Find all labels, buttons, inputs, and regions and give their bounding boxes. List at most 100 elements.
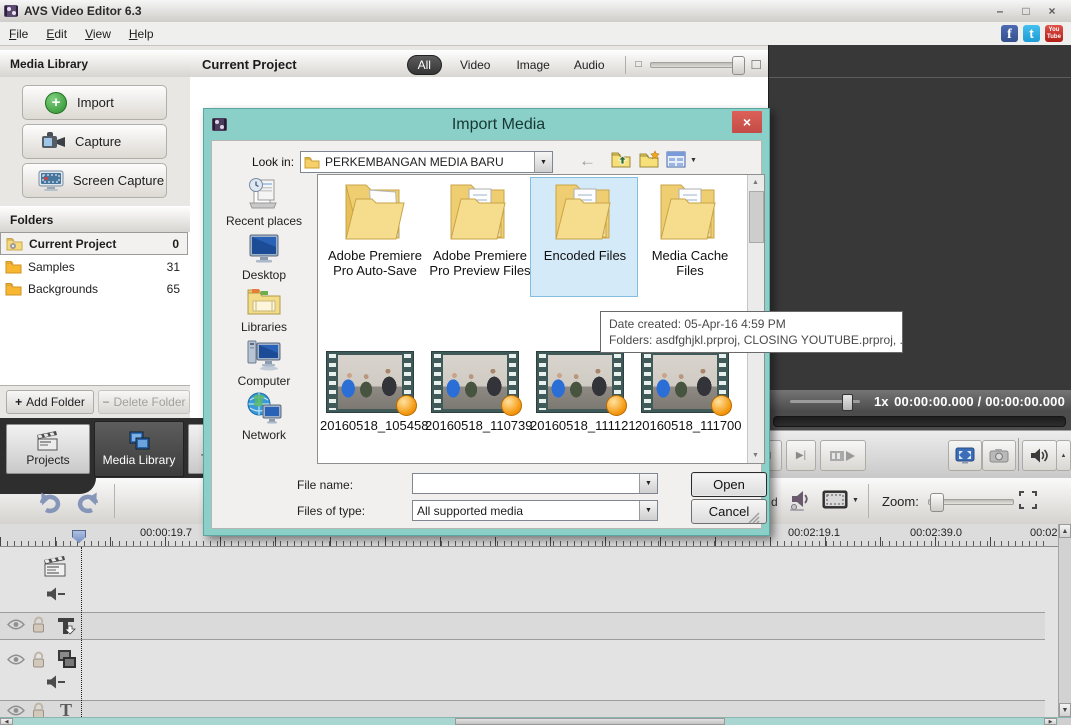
files-of-type-value: All supported media (417, 503, 524, 518)
dialog-close-button[interactable]: × (732, 111, 762, 133)
folder-icon (5, 260, 22, 274)
video-track-mute-icon[interactable] (46, 587, 66, 604)
menu-help[interactable]: Help (120, 24, 163, 44)
list-scroll-thumb[interactable] (749, 191, 764, 243)
close-button[interactable]: × (1039, 4, 1065, 18)
folder-tile-media-cache[interactable]: Media Cache Files (639, 179, 741, 278)
video-thumbnail[interactable] (431, 351, 522, 416)
file-name-combobox[interactable]: ▼ (412, 473, 658, 494)
files-of-type-dropdown-arrow[interactable]: ▼ (639, 501, 657, 520)
capture-button[interactable]: Capture (22, 124, 167, 159)
look-in-dropdown-arrow[interactable]: ▼ (534, 152, 552, 172)
filter-video[interactable]: Video (450, 56, 500, 74)
narration-speaker-icon[interactable] (788, 488, 812, 515)
zoom-slider[interactable] (928, 493, 1014, 512)
list-scroll-up[interactable]: ▲ (748, 175, 763, 190)
thumbnail-size-slider-thumb[interactable] (731, 55, 745, 75)
vscroll-up-button[interactable]: ▲ (1059, 524, 1071, 538)
menu-view[interactable]: View (76, 24, 120, 44)
playback-controls-bar: ◀ ▶| ▲ (752, 430, 1071, 480)
hscroll-left-button[interactable]: ◀ (0, 718, 13, 725)
filter-audio[interactable]: Audio (564, 56, 615, 74)
new-folder-icon[interactable] (638, 150, 660, 172)
look-in-combobox[interactable]: PERKEMBANGAN MEDIA BARU ▼ (300, 151, 553, 173)
media-type-badge (501, 395, 522, 416)
speed-slider[interactable] (790, 393, 860, 411)
folder-small-icon (304, 156, 320, 169)
redo-button[interactable] (74, 490, 102, 517)
view-menu-icon[interactable] (666, 151, 686, 171)
view-menu-dropdown[interactable]: ▼ (690, 157, 697, 164)
folder-tile-preview-files[interactable]: Adobe Premiere Pro Preview Files (429, 179, 531, 278)
next-frame-button[interactable]: ▶| (786, 440, 816, 471)
sidebar-item-recent-places[interactable]: Recent places (220, 177, 308, 228)
folders-list: Current Project 0 Samples 31 Backgrounds… (0, 232, 191, 386)
playhead-line[interactable] (81, 547, 83, 717)
timeline-hscrollbar[interactable]: ◀ ▶ (0, 717, 1071, 725)
file-name-dropdown-arrow[interactable]: ▼ (639, 474, 657, 493)
facebook-icon[interactable]: f (1001, 25, 1018, 42)
back-icon[interactable]: ← (579, 151, 596, 171)
track3-visibility-icon[interactable] (7, 654, 25, 668)
undo-button[interactable] (36, 490, 64, 517)
sidebar-item-network[interactable]: Network (220, 391, 308, 442)
video-thumbnail[interactable] (641, 351, 732, 416)
track3-mute-icon[interactable] (46, 675, 66, 692)
sidebar-item-desktop[interactable]: Desktop (220, 233, 308, 282)
fullscreen-button[interactable] (948, 440, 982, 471)
video-thumbnail[interactable] (536, 351, 627, 416)
up-folder-icon[interactable] (610, 150, 632, 172)
zoom-slider-thumb[interactable] (930, 493, 944, 512)
filter-all[interactable]: All (406, 54, 442, 75)
dialog-title-bar[interactable]: Import Media × (204, 109, 769, 140)
folder-row-samples[interactable]: Samples 31 (0, 256, 188, 278)
minimize-button[interactable]: – (987, 4, 1013, 18)
dialog-resize-grip[interactable] (748, 512, 760, 527)
maximize-button[interactable]: □ (1013, 4, 1039, 18)
menu-bar: File Edit View Help f t You Tube (0, 22, 1071, 46)
speed-slider-thumb[interactable] (842, 393, 853, 411)
snapshot-button[interactable] (982, 440, 1016, 471)
twitter-icon[interactable]: t (1023, 25, 1040, 42)
delete-folder-button[interactable]: − Delete Folder (98, 390, 190, 414)
volume-button[interactable] (1022, 440, 1057, 471)
add-folder-button[interactable]: + Add Folder (6, 390, 94, 414)
sidebar-item-libraries[interactable]: Libraries (220, 285, 308, 334)
scene-monitor-icon[interactable] (822, 489, 848, 514)
fit-timeline-icon[interactable] (1018, 490, 1038, 513)
folder-tile-auto-save[interactable]: Adobe Premiere Pro Auto-Save (324, 179, 426, 278)
timeline-vscrollbar[interactable]: ▲ ▼ (1058, 524, 1071, 717)
folder-row-current-project[interactable]: Current Project 0 (0, 232, 188, 255)
track2-visibility-icon[interactable] (7, 619, 25, 633)
track2-lock-icon[interactable] (31, 616, 46, 636)
list-scroll-down[interactable]: ▼ (748, 448, 763, 463)
hscroll-right-button[interactable]: ▶ (1044, 718, 1057, 725)
tab-projects[interactable]: Projects (6, 424, 90, 474)
open-button[interactable]: Open (691, 472, 767, 497)
thumbnail-size-large-icon: □ (751, 56, 761, 73)
hscroll-thumb[interactable] (455, 718, 725, 725)
tab-media-library[interactable]: Media Library (94, 421, 184, 477)
volume-popup-button[interactable]: ▲ (1056, 440, 1071, 471)
menu-edit[interactable]: Edit (37, 24, 76, 44)
folder-row-backgrounds[interactable]: Backgrounds 65 (0, 278, 188, 300)
sidebar-item-computer[interactable]: Computer (220, 337, 308, 388)
preview-speed-bar: 1x 00:00:00.000 / 00:00:00.000 (768, 390, 1071, 412)
scene-monitor-dropdown[interactable]: ▼ (852, 497, 859, 504)
youtube-icon[interactable]: You Tube (1045, 25, 1063, 42)
video-thumbnail[interactable] (326, 351, 417, 416)
menu-file[interactable]: File (0, 24, 37, 44)
track3-lock-icon[interactable] (31, 651, 46, 671)
thumbnail-size-slider[interactable] (649, 55, 745, 75)
files-of-type-combobox[interactable]: All supported media ▼ (412, 500, 658, 521)
folder-tile-encoded-files[interactable]: Encoded Files (534, 179, 636, 263)
vscroll-down-button[interactable]: ▼ (1059, 703, 1071, 717)
files-of-type-label: Files of type: (297, 504, 366, 518)
folder-count: 65 (166, 282, 180, 296)
preview-progress-bar[interactable] (768, 412, 1071, 430)
play-through-button[interactable] (820, 440, 866, 471)
toolbar-text-fragment: d (771, 495, 778, 509)
import-button[interactable]: + Import (22, 85, 167, 120)
filter-image[interactable]: Image (506, 56, 559, 74)
screen-capture-button[interactable]: Screen Capture (22, 163, 167, 198)
